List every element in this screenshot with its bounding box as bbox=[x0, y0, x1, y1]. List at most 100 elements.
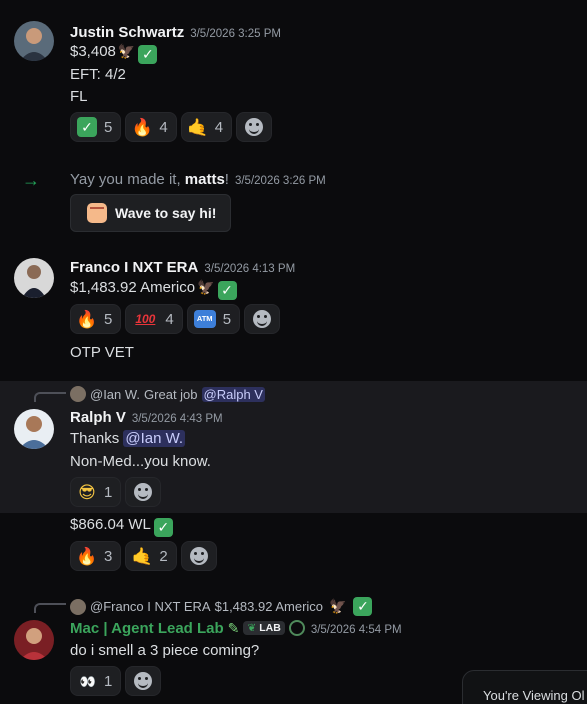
message-line: $866.04 WL ✓ bbox=[70, 516, 173, 537]
reaction-count: 1 bbox=[104, 672, 113, 690]
hundred-points-icon: 100 bbox=[135, 312, 156, 326]
sunglasses-face-icon: 😎 bbox=[78, 482, 96, 502]
reply-mention[interactable]: @Ralph V bbox=[201, 386, 265, 402]
server-tag[interactable]: ❦ LAB bbox=[243, 621, 285, 635]
reply-spine bbox=[34, 392, 66, 402]
reply-spine bbox=[34, 603, 66, 613]
call-me-hand-icon: 🤙 bbox=[131, 546, 153, 566]
badge-icon[interactable] bbox=[288, 620, 305, 636]
reply-preview[interactable]: @Franco I NXT ERA $1,483.92 Americo 🦅 ✓ bbox=[70, 597, 373, 616]
reaction-count: 1 bbox=[104, 483, 113, 501]
author-name[interactable]: Mac | Agent Lead Lab bbox=[70, 620, 224, 637]
timestamp: 3/5/2026 3:26 PM bbox=[234, 175, 326, 187]
add-reaction-button[interactable] bbox=[180, 541, 217, 571]
reaction-count: 5 bbox=[104, 118, 113, 136]
avatar[interactable] bbox=[14, 409, 54, 449]
message-header: Justin Schwartz 3/5/2026 3:25 PM bbox=[70, 24, 281, 42]
message-text: Thanks bbox=[70, 430, 124, 447]
reactions: 🔥 3 🤙 2 bbox=[70, 541, 217, 571]
smile-icon bbox=[134, 672, 153, 690]
reaction-eyes[interactable]: 👀 1 bbox=[70, 666, 122, 696]
smile-icon bbox=[134, 483, 153, 501]
reaction-count: 2 bbox=[159, 547, 168, 565]
reply-text: Great job bbox=[144, 386, 198, 402]
reaction-100[interactable]: 100 4 bbox=[125, 304, 183, 334]
system-text: Yay you made it, matts! 3/5/2026 3:26 PM bbox=[70, 171, 326, 188]
reaction-fire[interactable]: 🔥 4 bbox=[125, 112, 177, 142]
reaction-count: 5 bbox=[104, 310, 113, 328]
call-me-hand-icon: 🤙 bbox=[187, 117, 209, 137]
eagle-icon: 🦅 bbox=[117, 43, 136, 59]
fire-icon: 🔥 bbox=[131, 117, 153, 137]
author-name[interactable]: Justin Schwartz bbox=[70, 24, 184, 41]
reaction-count: 3 bbox=[104, 547, 113, 565]
message-header: Ralph V 3/5/2026 4:43 PM bbox=[70, 409, 223, 427]
message-text: Non-Med...you know. bbox=[70, 453, 211, 470]
reactions: 🔥 5 100 4 ATM 5 bbox=[70, 304, 281, 334]
smile-icon bbox=[253, 310, 272, 328]
add-reaction-button[interactable] bbox=[125, 477, 162, 507]
message-line: Thanks @Ian W. bbox=[70, 430, 186, 447]
tag-label: LAB bbox=[259, 622, 281, 634]
smile-icon bbox=[189, 547, 208, 565]
join-arrow-icon: → bbox=[22, 170, 40, 190]
reactions: ✓ 5 🔥 4 🤙 4 bbox=[70, 112, 273, 142]
reaction-sunglasses[interactable]: 😎 1 bbox=[70, 477, 122, 507]
reaction-fire[interactable]: 🔥 5 bbox=[70, 304, 122, 334]
reply-avatar bbox=[70, 386, 86, 402]
viewing-older-messages-banner[interactable]: You're Viewing Ol bbox=[462, 670, 587, 704]
avatar[interactable] bbox=[14, 258, 54, 298]
check-icon: ✓ bbox=[153, 518, 173, 537]
reply-avatar bbox=[70, 598, 86, 615]
timestamp: 3/5/2026 4:43 PM bbox=[131, 413, 223, 425]
joined-username[interactable]: matts bbox=[185, 171, 225, 188]
reactions: 👀 1 bbox=[70, 666, 162, 696]
system-text-suffix: ! bbox=[224, 171, 229, 188]
avatar[interactable] bbox=[14, 21, 54, 61]
add-reaction-button[interactable] bbox=[125, 666, 162, 696]
author-name[interactable]: Franco I NXT ERA bbox=[70, 259, 198, 276]
reaction-check[interactable]: ✓ 5 bbox=[70, 112, 122, 142]
reply-author[interactable]: @Franco I NXT ERA bbox=[90, 599, 211, 614]
add-reaction-button[interactable] bbox=[236, 112, 273, 142]
check-mark-icon: ✓ bbox=[77, 117, 97, 137]
atm-icon: ATM bbox=[193, 310, 216, 328]
check-icon: ✓ bbox=[353, 597, 373, 616]
message-text: $866.04 WL bbox=[70, 516, 151, 533]
reaction-atm[interactable]: ATM 5 bbox=[186, 304, 241, 334]
message-line: $1,483.92 Americo 🦅 ✓ bbox=[70, 279, 237, 300]
user-mention[interactable]: @Ian W. bbox=[123, 430, 186, 447]
message-text: do i smell a 3 piece coming? bbox=[70, 642, 260, 659]
avatar[interactable] bbox=[14, 620, 54, 660]
check-icon: ✓ bbox=[138, 45, 158, 64]
message-line: $3,408 🦅 ✓ bbox=[70, 43, 158, 64]
add-reaction-button[interactable] bbox=[244, 304, 281, 334]
timestamp: 3/5/2026 4:54 PM bbox=[310, 624, 402, 636]
message-header: Franco I NXT ERA 3/5/2026 4:13 PM bbox=[70, 259, 295, 277]
wave-button-label: Wave to say hi! bbox=[115, 205, 217, 221]
wave-icon bbox=[87, 203, 107, 223]
message-header: Mac | Agent Lead Lab ✎ ❦ LAB 3/5/2026 4:54 P… bbox=[70, 620, 402, 638]
leaf-icon: ❦ bbox=[247, 622, 257, 634]
reaction-count: 4 bbox=[214, 118, 224, 136]
message-text: FL bbox=[70, 88, 88, 105]
author-name[interactable]: Ralph V bbox=[70, 409, 126, 426]
eyes-icon: 👀 bbox=[79, 673, 96, 689]
fire-icon: 🔥 bbox=[76, 546, 98, 566]
message-text: OTP VET bbox=[70, 344, 134, 361]
message-text: $3,408 bbox=[70, 43, 116, 60]
reply-preview[interactable]: @Ian W. Great job @Ralph V bbox=[70, 386, 265, 402]
pen-icon: ✎ bbox=[227, 620, 240, 636]
message-text: $1,483.92 Americo bbox=[70, 279, 196, 296]
reply-text: $1,483.92 Americo bbox=[214, 599, 324, 614]
reaction-call[interactable]: 🤙 2 bbox=[125, 541, 177, 571]
reply-author[interactable]: @Ian W. bbox=[90, 387, 140, 402]
eagle-icon: 🦅 bbox=[329, 598, 347, 614]
timestamp: 3/5/2026 3:25 PM bbox=[190, 28, 281, 40]
message-text: EFT: 4/2 bbox=[70, 66, 126, 83]
reaction-fire[interactable]: 🔥 3 bbox=[70, 541, 122, 571]
reaction-count: 4 bbox=[165, 310, 174, 328]
wave-button[interactable]: Wave to say hi! bbox=[70, 194, 232, 232]
reaction-call[interactable]: 🤙 4 bbox=[180, 112, 233, 142]
fire-icon: 🔥 bbox=[76, 309, 98, 329]
